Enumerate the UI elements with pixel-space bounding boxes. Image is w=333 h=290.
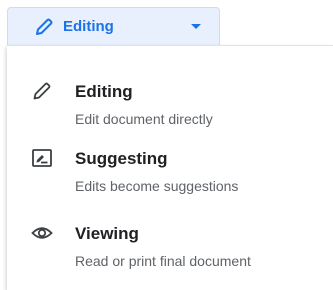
- mode-dropdown-label: Editing: [63, 18, 114, 35]
- mode-dropdown-button[interactable]: Editing: [7, 7, 220, 45]
- chevron-down-icon: [191, 24, 201, 29]
- menu-item-title: Suggesting: [75, 149, 168, 168]
- pencil-icon: [31, 80, 53, 102]
- menu-item-viewing[interactable]: Viewing Read or print final document: [7, 216, 333, 284]
- menu-item-title: Viewing: [75, 224, 139, 243]
- eye-icon: [31, 222, 53, 244]
- menu-item-suggesting[interactable]: Suggesting Edits become suggestions: [7, 141, 333, 209]
- menu-item-description: Edit document directly: [75, 111, 213, 127]
- menu-item-description: Read or print final document: [75, 253, 251, 269]
- mode-menu: Editing Edit document directly Suggestin…: [7, 45, 333, 290]
- menu-item-description: Edits become suggestions: [75, 178, 239, 194]
- suggest-edit-icon: [31, 147, 53, 169]
- menu-item-editing[interactable]: Editing Edit document directly: [7, 74, 333, 142]
- menu-item-title: Editing: [75, 82, 133, 101]
- mode-selector-screen: Editing Editing Edit document directly S…: [0, 0, 333, 290]
- pencil-icon: [34, 17, 54, 37]
